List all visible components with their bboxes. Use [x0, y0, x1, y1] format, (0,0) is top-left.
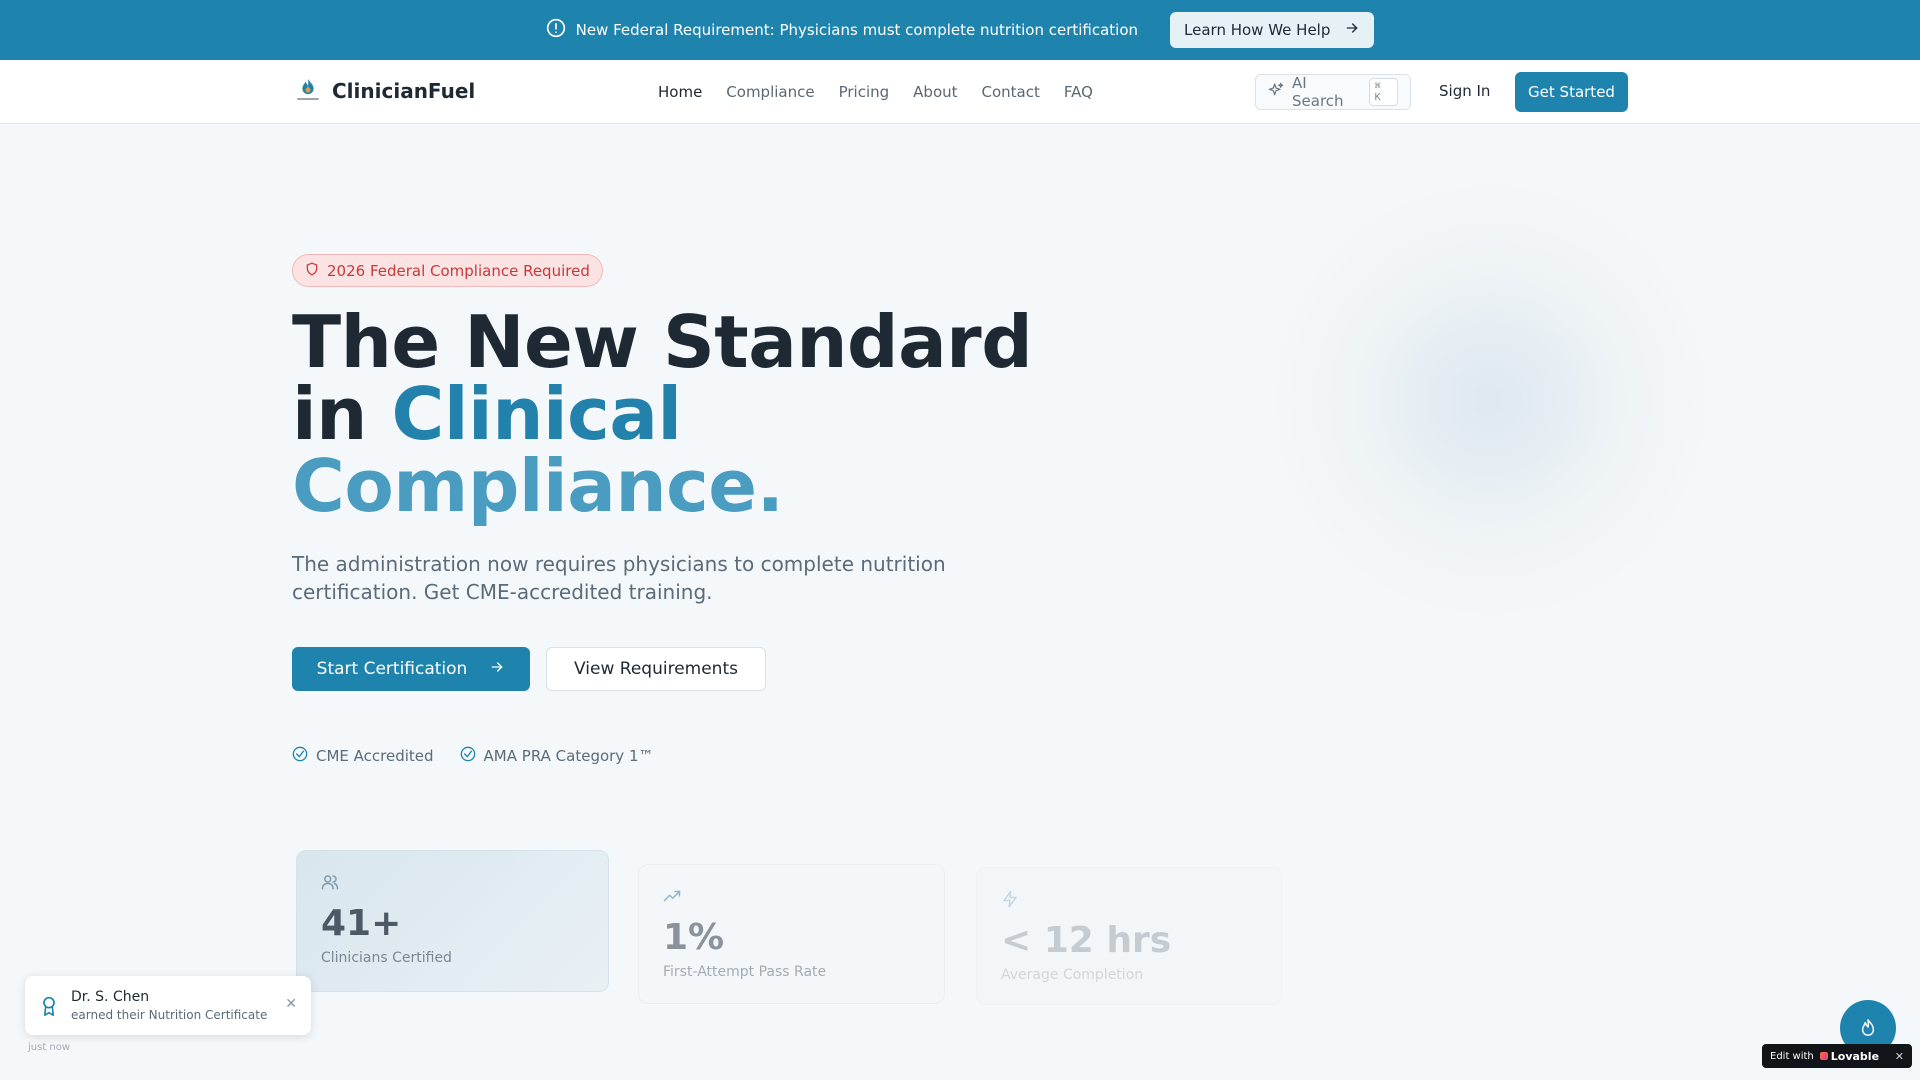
brand-logo[interactable]: ClinicianFuel: [296, 78, 475, 104]
sparkles-icon: [1268, 82, 1284, 102]
arrow-right-icon: [1344, 20, 1360, 40]
nav-link-pricing[interactable]: Pricing: [839, 83, 890, 101]
shield-icon: [305, 262, 319, 280]
certification-toast: Dr. S. Chen earned their Nutrition Certi…: [25, 976, 311, 1035]
accreditation-label: CME Accredited: [316, 747, 434, 765]
zap-icon: [1001, 890, 1019, 912]
ai-search-label: AI Search: [1292, 74, 1344, 110]
banner-alert: New Federal Requirement: Physicians must…: [546, 18, 1138, 42]
lovable-heart-icon: [1819, 1052, 1828, 1060]
stat-value: < 12 hrs: [1001, 920, 1172, 961]
lovable-brand-label: Lovable: [1830, 1049, 1880, 1063]
nav-link-faq[interactable]: FAQ: [1064, 83, 1093, 101]
close-icon[interactable]: ✕: [1895, 1050, 1904, 1063]
trending-up-icon: [663, 890, 681, 909]
accreditation-item: AMA PRA Category 1™: [460, 746, 654, 766]
start-certification-button[interactable]: Start Certification: [292, 647, 530, 691]
stat-card-pass-rate: 1% First-Attempt Pass Rate: [638, 864, 945, 1004]
stat-card-clinicians: 41+ Clinicians Certified: [296, 850, 609, 992]
ai-search-button[interactable]: AI Search ⌘ K: [1255, 74, 1411, 110]
stat-value: 1%: [663, 917, 725, 958]
toast-timestamp: just now: [28, 1042, 71, 1053]
users-icon: [321, 875, 339, 895]
sign-in-link[interactable]: Sign In: [1439, 82, 1490, 100]
hero-title-accent-compliance: Compliance.: [292, 444, 784, 528]
hero-subtitle: The administration now requires physicia…: [292, 552, 946, 604]
top-navigation: ClinicianFuel Home Compliance Pricing Ab…: [0, 60, 1920, 124]
accreditation-list: CME Accredited AMA PRA Category 1™: [292, 746, 654, 766]
learn-how-button[interactable]: Learn How We Help: [1170, 12, 1375, 48]
compliance-badge: 2026 Federal Compliance Required: [292, 254, 603, 287]
hero-title-line2: in Clinical: [292, 378, 1052, 450]
stat-label: Average Completion: [1001, 967, 1144, 983]
nav-link-about[interactable]: About: [913, 83, 957, 101]
background-glow: [1260, 170, 1720, 630]
lovable-prefix: Edit with: [1770, 1050, 1814, 1062]
nav-link-home[interactable]: Home: [658, 83, 702, 101]
announcement-banner: New Federal Requirement: Physicians must…: [0, 0, 1920, 60]
badge-label: 2026 Federal Compliance Required: [327, 261, 590, 280]
stat-label: Clinicians Certified: [321, 950, 452, 966]
accreditation-item: CME Accredited: [292, 746, 434, 766]
flame-icon: [1861, 1019, 1875, 1036]
view-requirements-button[interactable]: View Requirements: [546, 647, 766, 691]
flame-logo-icon: [296, 78, 320, 104]
check-circle-icon: [460, 746, 476, 766]
start-certification-label: Start Certification: [316, 659, 468, 679]
accreditation-label: AMA PRA Category 1™: [483, 747, 654, 765]
lovable-brand: Lovable: [1819, 1049, 1880, 1063]
hero-title: The New Standard in Clinical Compliance.: [292, 306, 1052, 522]
hero-title-line1: The New Standard: [292, 300, 1033, 384]
toast-message: earned their Nutrition Certificate: [71, 1008, 268, 1022]
award-icon: [43, 996, 55, 1016]
edit-with-lovable-badge[interactable]: Edit with Lovable ✕: [1762, 1044, 1912, 1068]
nav-link-compliance[interactable]: Compliance: [726, 83, 814, 101]
arrow-right-icon: [489, 659, 505, 680]
get-started-button[interactable]: Get Started: [1515, 72, 1628, 112]
banner-message: New Federal Requirement: Physicians must…: [575, 21, 1139, 39]
stat-label: First-Attempt Pass Rate: [663, 964, 827, 980]
toast-name: Dr. S. Chen: [71, 989, 150, 1005]
stat-value: 41+: [321, 903, 402, 944]
nav-link-contact[interactable]: Contact: [982, 83, 1040, 101]
stat-card-completion: < 12 hrs Average Completion: [976, 867, 1282, 1005]
nav-links: Home Compliance Pricing About Contact FA…: [658, 60, 1093, 124]
learn-how-label: Learn How We Help: [1184, 21, 1331, 39]
keyboard-shortcut: ⌘ K: [1368, 78, 1398, 106]
check-circle-icon: [292, 746, 308, 766]
close-icon[interactable]: ✕: [285, 996, 297, 1012]
brand-name: ClinicianFuel: [332, 79, 476, 103]
alert-circle-icon: [546, 18, 566, 42]
toast-text: Dr. S. Chen earned their Nutrition Certi…: [71, 989, 267, 1022]
